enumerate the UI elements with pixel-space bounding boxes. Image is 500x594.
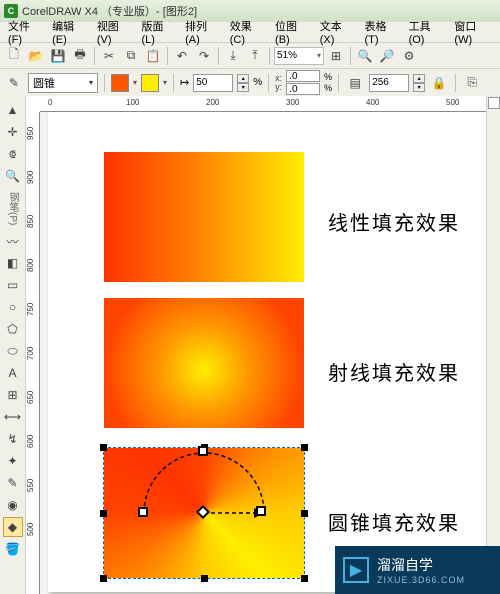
radial-label: 射线填充效果: [328, 357, 460, 386]
radial-fill-rect[interactable]: [104, 298, 304, 428]
spin-up[interactable]: ▴: [237, 74, 249, 83]
linear-label: 线性填充效果: [328, 207, 460, 236]
ruler-horizontal[interactable]: 0 100 200 300 400 500: [40, 96, 500, 112]
selection-handle[interactable]: [201, 444, 208, 451]
watermark-brand: 溜溜自学: [377, 555, 465, 575]
copy-props-button[interactable]: ⎘: [462, 73, 482, 93]
text-tool[interactable]: A: [3, 363, 23, 383]
workspace: ▲ ✛ ⟃ 🔍 钢笔(P) 〰 ◧ ▭ ○ ⬠ ⬭ A ⊞ ⟷ ↯ ✦ ✎ ◉ …: [0, 96, 500, 594]
edge-x-spinner[interactable]: .0: [286, 70, 320, 82]
spin-down[interactable]: ▾: [413, 83, 425, 92]
table-tool[interactable]: ⊞: [3, 385, 23, 405]
pen-flyout-label: 钢笔(P): [5, 192, 20, 225]
cut-button[interactable]: ✂: [99, 46, 119, 66]
toolbox: ▲ ✛ ⟃ 🔍 钢笔(P) 〰 ◧ ▭ ○ ⬠ ⬭ A ⊞ ⟷ ↯ ✦ ✎ ◉ …: [0, 96, 26, 594]
palette-swatch[interactable]: [488, 97, 500, 109]
menu-effects[interactable]: 效果(C): [226, 16, 269, 48]
copy-button[interactable]: ⧉: [121, 46, 141, 66]
crop-tool[interactable]: ⟃: [3, 144, 23, 164]
rectangle-tool[interactable]: ▭: [3, 275, 23, 295]
xy-label: x:y:: [275, 74, 282, 92]
zoom-tool[interactable]: 🔍: [3, 166, 23, 186]
conical-label: 圆锥填充效果: [328, 507, 460, 536]
zoom-out-icon[interactable]: 🔎: [377, 46, 397, 66]
zoom-dropdown[interactable]: 51%: [274, 47, 324, 65]
pick-tool[interactable]: ▲: [3, 100, 23, 120]
pct-label: %: [324, 83, 332, 93]
menu-layout[interactable]: 版面(L): [138, 16, 180, 48]
menu-bitmap[interactable]: 位图(B): [271, 16, 314, 48]
new-button[interactable]: 🗋: [4, 46, 24, 66]
paste-button[interactable]: 📋: [143, 46, 163, 66]
color-from-swatch[interactable]: [111, 74, 129, 92]
zoom-in-icon[interactable]: 🔍: [355, 46, 375, 66]
menu-edit[interactable]: 编辑(E): [48, 16, 91, 48]
import-button[interactable]: ⤓: [223, 46, 243, 66]
canvas[interactable]: 线性填充效果 射线填充效果 圆锥填充效果: [40, 112, 500, 594]
save-button[interactable]: 💾: [48, 46, 68, 66]
dimension-tool[interactable]: ⟷: [3, 407, 23, 427]
selection-handle[interactable]: [301, 575, 308, 582]
outline-tool[interactable]: ◉: [3, 495, 23, 515]
smart-fill-tool[interactable]: ◧: [3, 253, 23, 273]
linear-fill-rect[interactable]: [104, 152, 304, 282]
edit-fill-button[interactable]: ✎: [4, 73, 24, 93]
color-to-swatch[interactable]: [141, 74, 159, 92]
edge-y-spinner[interactable]: .0: [286, 83, 320, 95]
watermark-url: ZIXUE.3D66.COM: [377, 575, 465, 585]
property-bar: ✎ 圆锥 ▾ ▾ ↦ 50 ▴▾ % x:y: .0 .0 %% ▤ 256 ▴…: [0, 68, 500, 96]
selection-handle[interactable]: [100, 510, 107, 517]
snap-button[interactable]: ⊞: [326, 46, 346, 66]
freehand-tool[interactable]: 〰: [3, 231, 23, 251]
play-icon: ▶: [343, 557, 369, 583]
menu-arrange[interactable]: 排列(A): [181, 16, 224, 48]
fill-type-dropdown[interactable]: 圆锥: [28, 73, 98, 93]
midpoint-spinner[interactable]: 50: [193, 74, 233, 92]
pct-label: %: [324, 72, 332, 82]
ruler-vertical[interactable]: 950 900 850 800 750 700 650 600 550 500: [26, 112, 40, 594]
menu-file[interactable]: 文件(F): [4, 16, 46, 48]
interactive-tool[interactable]: ✦: [3, 451, 23, 471]
options-button[interactable]: ⚙: [399, 46, 419, 66]
watermark: ▶ 溜溜自学 ZIXUE.3D66.COM: [335, 546, 500, 594]
interactive-fill-tool[interactable]: 🪣: [3, 539, 23, 559]
color-palette[interactable]: [486, 96, 500, 546]
eyedropper-tool[interactable]: ✎: [3, 473, 23, 493]
menubar: 文件(F) 编辑(E) 视图(V) 版面(L) 排列(A) 效果(C) 位图(B…: [0, 22, 500, 42]
print-button[interactable]: 🖶: [70, 46, 90, 66]
steps-icon: ▤: [345, 73, 365, 93]
page: 线性填充效果 射线填充效果 圆锥填充效果: [48, 112, 488, 592]
selection-handle[interactable]: [201, 575, 208, 582]
selection-handle[interactable]: [100, 575, 107, 582]
menu-text[interactable]: 文本(X): [316, 16, 359, 48]
undo-button[interactable]: ↶: [172, 46, 192, 66]
basic-shapes-tool[interactable]: ⬭: [3, 341, 23, 361]
menu-tools[interactable]: 工具(O): [405, 16, 449, 48]
ellipse-tool[interactable]: ○: [3, 297, 23, 317]
fill-tool[interactable]: ◆: [3, 517, 23, 537]
connector-tool[interactable]: ↯: [3, 429, 23, 449]
menu-view[interactable]: 视图(V): [93, 16, 136, 48]
midpoint-arrow-icon: ↦: [180, 76, 189, 89]
swatch-dropdown-icon[interactable]: ▾: [163, 78, 167, 87]
lock-icon[interactable]: 🔒: [429, 73, 449, 93]
steps-spinner[interactable]: 256: [369, 74, 409, 92]
polygon-tool[interactable]: ⬠: [3, 319, 23, 339]
open-button[interactable]: 📂: [26, 46, 46, 66]
menu-table[interactable]: 表格(T): [360, 16, 402, 48]
spin-up[interactable]: ▴: [413, 74, 425, 83]
shape-tool[interactable]: ✛: [3, 122, 23, 142]
percent-label: %: [253, 77, 262, 88]
redo-button[interactable]: ↷: [194, 46, 214, 66]
spin-down[interactable]: ▾: [237, 83, 249, 92]
export-button[interactable]: ⤒: [245, 46, 265, 66]
swatch-dropdown-icon[interactable]: ▾: [133, 78, 137, 87]
selection-handle[interactable]: [100, 444, 107, 451]
conical-fill-rect[interactable]: [104, 448, 304, 578]
selection-handle[interactable]: [301, 444, 308, 451]
selection-handle[interactable]: [301, 510, 308, 517]
menu-window[interactable]: 窗口(W): [450, 16, 496, 48]
